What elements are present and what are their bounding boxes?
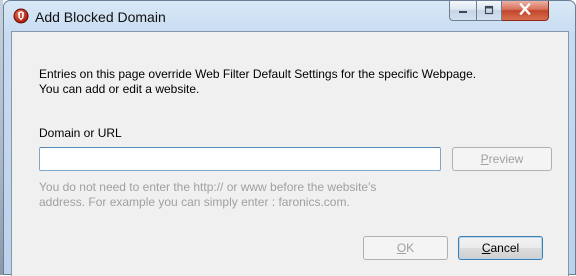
domain-url-input[interactable] (39, 147, 441, 171)
minimize-button[interactable] (449, 1, 476, 21)
caption-buttons (449, 1, 549, 22)
maximize-icon (483, 2, 495, 20)
domain-url-label: Domain or URL (39, 126, 122, 140)
close-button[interactable] (502, 1, 549, 21)
cancel-button-label: Cancel (481, 241, 520, 255)
window-title: Add Blocked Domain (35, 9, 166, 25)
faronics-shield-icon (13, 8, 29, 24)
cancel-button[interactable]: Cancel (458, 236, 543, 260)
preview-button[interactable]: Preview (452, 147, 552, 171)
dialog-body: Entries on this page override Web Filter… (11, 31, 569, 276)
hint-line-1: You do not need to enter the http:// or … (39, 180, 377, 194)
preview-button-label: Preview (480, 152, 524, 166)
info-line-1: Entries on this page override Web Filter… (39, 67, 477, 81)
close-icon (518, 2, 532, 20)
info-line-2: You can add or edit a website. (39, 82, 200, 96)
maximize-button[interactable] (476, 1, 502, 21)
hint-line-2: address. For example you can simply ente… (39, 195, 350, 209)
minimize-icon (457, 2, 469, 20)
hint-text: You do not need to enter the http:// or … (39, 180, 376, 210)
ok-button[interactable]: OK (363, 236, 448, 260)
title-bar[interactable]: Add Blocked Domain (4, 1, 575, 31)
ok-button-label: OK (396, 241, 415, 255)
info-text: Entries on this page override Web Filter… (39, 67, 476, 97)
dialog-window: Add Blocked Domain Entries on this page … (3, 0, 576, 276)
